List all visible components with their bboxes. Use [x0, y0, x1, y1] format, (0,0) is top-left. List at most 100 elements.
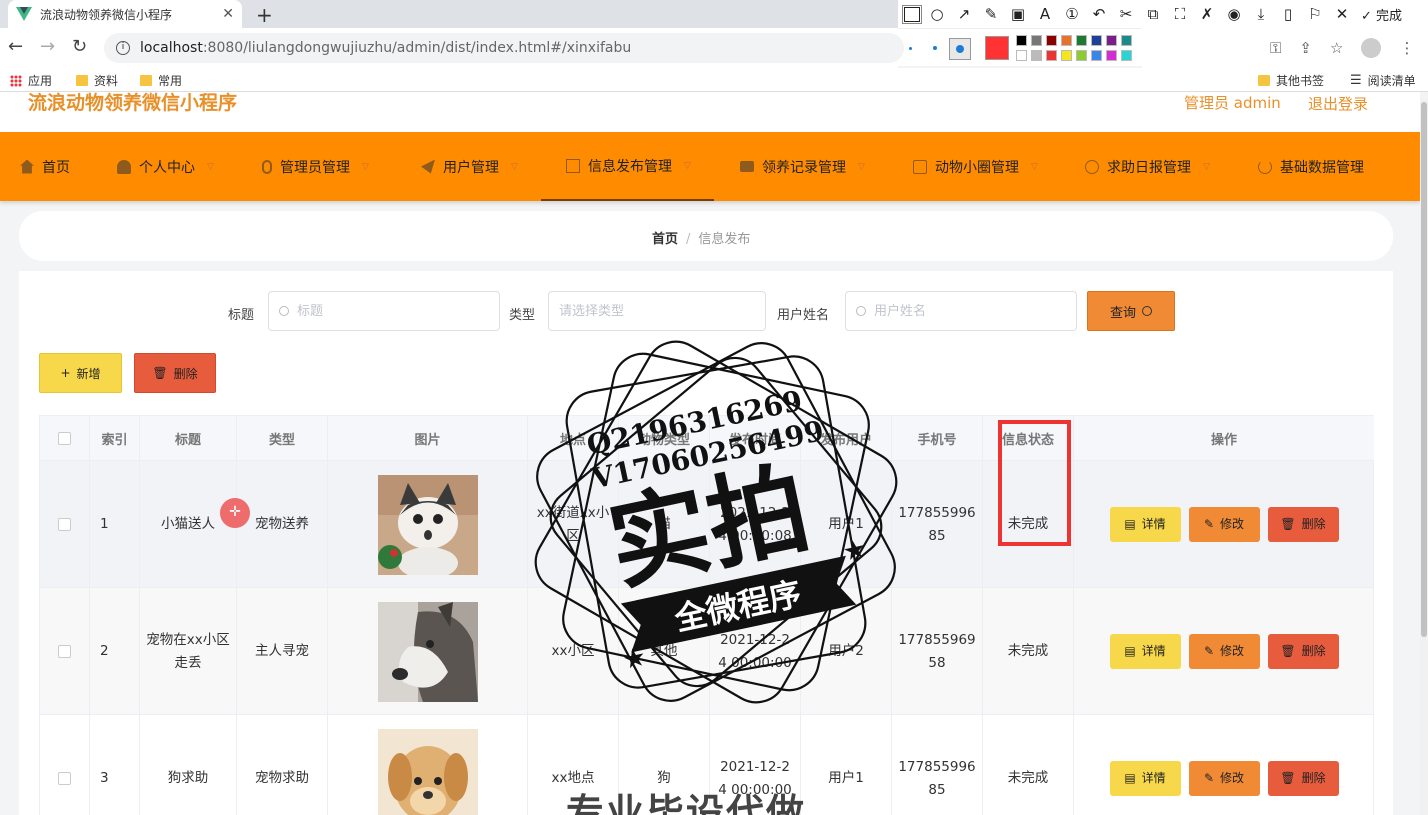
menu-animal-circle[interactable]: 动物小圈管理 ▽ — [913, 132, 1038, 201]
select-all-checkbox[interactable] — [58, 431, 71, 445]
row-checkbox[interactable] — [58, 772, 71, 785]
user-filter-field[interactable] — [845, 291, 1077, 331]
size-large-option[interactable] — [949, 38, 971, 60]
bookmark-folder[interactable]: 常用 — [140, 72, 182, 89]
size-small-option[interactable] — [909, 47, 912, 50]
circle-tool-icon[interactable]: ○ — [927, 5, 947, 23]
phone-icon[interactable]: ▯ — [1278, 5, 1298, 23]
cell-title: 宠物在xx小区走丢 — [140, 588, 237, 715]
detail-button[interactable]: ▤ 详情 — [1109, 761, 1181, 796]
cell-type: 宠物求助 — [237, 715, 328, 815]
mosaic-tool-icon[interactable]: ▣ — [1008, 5, 1028, 23]
cut-icon[interactable]: ✂ — [1116, 5, 1136, 23]
annotation-done-button[interactable]: ✓ 完成 — [1361, 5, 1402, 24]
batch-delete-button[interactable]: 🗑 删除 — [134, 353, 216, 393]
size-medium-option[interactable] — [933, 46, 937, 50]
title-filter-field[interactable] — [268, 291, 500, 331]
back-icon[interactable]: ← — [8, 36, 23, 57]
bookmark-folder[interactable]: 资料 — [76, 72, 118, 89]
logout-link[interactable]: 退出登录 — [1308, 93, 1368, 114]
type-filter-select[interactable] — [548, 291, 766, 331]
pin-icon[interactable]: ✗ — [1197, 5, 1217, 23]
forward-icon[interactable]: → — [40, 36, 55, 57]
delete-button[interactable]: 🗑 删除 — [1267, 761, 1339, 796]
color-swatch[interactable] — [1106, 35, 1117, 46]
bookmark-icon[interactable]: ⚐ — [1305, 5, 1325, 23]
key-icon[interactable]: ⚿ — [1270, 39, 1281, 57]
color-swatch[interactable] — [1061, 35, 1072, 46]
reading-list[interactable]: ☰ 阅读清单 — [1350, 72, 1416, 89]
menu-personal-center[interactable]: 个人中心 ▽ — [117, 132, 214, 201]
breadcrumb-home[interactable]: 首页 — [652, 232, 678, 247]
profile-avatar-icon[interactable] — [1361, 38, 1382, 58]
color-swatch[interactable] — [1061, 50, 1072, 61]
cancel-icon[interactable]: ✕ — [1332, 5, 1352, 23]
close-tab-icon[interactable]: ✕ — [222, 6, 234, 22]
menu-user-manage[interactable]: 用户管理 ▽ — [421, 132, 518, 201]
color-swatch[interactable] — [1121, 50, 1132, 61]
download-icon[interactable]: ⤓ — [1251, 5, 1271, 23]
color-swatch[interactable] — [1091, 50, 1102, 61]
edit-button[interactable]: ✎ 修改 — [1188, 634, 1260, 669]
bookmarks-bar: 应用 资料 常用 其他书签 ☰ 阅读清单 — [0, 68, 1428, 92]
delete-button[interactable]: 🗑 删除 — [1267, 507, 1339, 542]
more-menu-icon[interactable]: ⋮ — [1399, 39, 1414, 57]
title-filter-input[interactable] — [297, 303, 447, 319]
menu-help-daily[interactable]: 求助日报管理 ▽ — [1085, 132, 1210, 201]
number-tool-icon[interactable]: ① — [1062, 5, 1082, 23]
rectangle-tool-icon[interactable] — [902, 4, 922, 24]
browser-tab[interactable]: 流浪动物领养微信小程序 ✕ — [8, 0, 242, 28]
detail-button[interactable]: ▤ 详情 — [1109, 634, 1181, 669]
menu-label: 用户管理 — [443, 159, 499, 176]
ocr-icon[interactable]: ⧉ — [1143, 5, 1163, 23]
query-button[interactable]: 查询 — [1087, 291, 1175, 331]
page-scrollbar-thumb[interactable] — [1421, 102, 1427, 637]
edit-button[interactable]: ✎ 修改 — [1188, 507, 1260, 542]
microphone-icon — [262, 159, 272, 174]
site-info-icon[interactable]: i — [116, 41, 130, 55]
undo-icon[interactable]: ↶ — [1089, 5, 1109, 23]
edit-button[interactable]: ✎ 修改 — [1188, 761, 1260, 796]
color-swatch[interactable] — [1046, 35, 1057, 46]
bookmark-label: 其他书签 — [1276, 74, 1325, 88]
pen-tool-icon[interactable]: ✎ — [981, 5, 1001, 23]
row-checkbox[interactable] — [58, 645, 71, 658]
bookmark-other[interactable]: 其他书签 — [1258, 72, 1324, 89]
star-icon[interactable]: ☆ — [1330, 39, 1343, 57]
add-button[interactable]: + 新增 — [39, 353, 122, 393]
resize-icon[interactable]: ⛶ — [1170, 5, 1190, 23]
bookmark-apps[interactable]: 应用 — [10, 72, 52, 89]
menu-basic-data[interactable]: 基础数据管理 — [1258, 132, 1364, 201]
color-swatch[interactable] — [1091, 35, 1102, 46]
delete-button[interactable]: 🗑 删除 — [1267, 634, 1339, 669]
add-label: 新增 — [76, 366, 101, 381]
color-swatch[interactable] — [1016, 35, 1027, 46]
color-swatch[interactable] — [1076, 35, 1087, 46]
color-swatch[interactable] — [1031, 50, 1042, 61]
color-swatch[interactable] — [1076, 50, 1087, 61]
record-icon[interactable]: ◉ — [1224, 5, 1244, 23]
detail-button[interactable]: ▤ 详情 — [1109, 507, 1181, 542]
url-input[interactable]: i localhost:8080/liulangdongwujiuzhu/adm… — [104, 33, 904, 63]
menu-label: 基础数据管理 — [1280, 159, 1364, 176]
search-icon — [1142, 306, 1152, 316]
menu-info-publish[interactable]: 信息发布管理 ▽ — [541, 132, 714, 201]
arrow-tool-icon[interactable]: ↗ — [954, 5, 974, 23]
share-icon[interactable]: ⇪ — [1299, 39, 1312, 57]
color-swatch[interactable] — [1031, 35, 1042, 46]
color-swatch[interactable] — [1016, 50, 1027, 61]
menu-adopt-records[interactable]: 领养记录管理 ▽ — [740, 132, 865, 201]
type-filter-input[interactable] — [559, 303, 709, 319]
menu-home[interactable]: 首页 — [20, 132, 70, 201]
row-checkbox[interactable] — [58, 518, 71, 531]
new-tab-icon[interactable]: + — [256, 3, 273, 27]
text-tool-icon[interactable]: A — [1035, 5, 1055, 23]
user-icon — [117, 159, 131, 174]
color-swatch[interactable] — [1046, 50, 1057, 61]
current-color-swatch[interactable] — [985, 36, 1009, 60]
reload-icon[interactable]: ↻ — [72, 36, 87, 57]
color-swatch[interactable] — [1121, 35, 1132, 46]
menu-admin-manage[interactable]: 管理员管理 ▽ — [262, 132, 369, 201]
user-filter-input[interactable] — [874, 303, 1024, 319]
color-swatch[interactable] — [1106, 50, 1117, 61]
